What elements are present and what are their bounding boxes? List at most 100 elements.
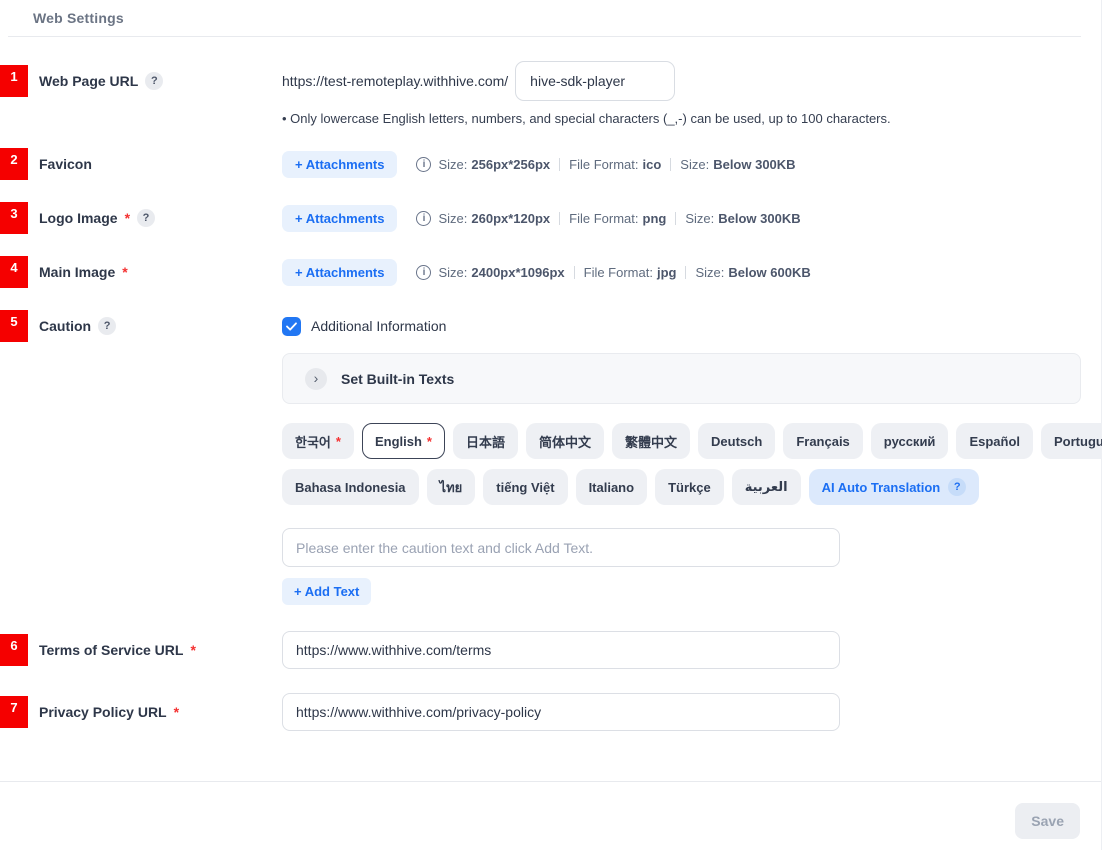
filesize-label: Size: [685,211,714,226]
field-label-text: Web Page URL [39,73,138,89]
main-image-content: + Attachments i Size:2400px*1096px File … [282,259,1081,286]
field-label-text: Terms of Service URL [39,642,183,658]
field-number-badge: 6 [0,634,28,666]
lang-button-th[interactable]: ไทย [427,469,476,505]
filesize-value: Below 300KB [713,157,795,172]
privacy-label-col: 7 Privacy Policy URL * [0,696,282,728]
field-number-badge: 3 [0,202,28,234]
lang-button-ja[interactable]: 日本語 [453,423,518,459]
lang-label: 简体中文 [539,432,591,451]
lang-label: Français [796,434,849,449]
ai-auto-translation-button[interactable]: AI Auto Translation ? [809,469,980,505]
field-label: Privacy Policy URL * [39,704,179,720]
terms-content [282,631,1081,669]
privacy-policy-url-input[interactable] [282,693,840,731]
lang-button-es[interactable]: Español [956,423,1033,459]
lang-label: ไทย [440,477,463,498]
subdomain-input[interactable] [515,61,675,101]
field-label-text: Caution [39,318,91,334]
field-label: Favicon [39,156,92,172]
lang-button-zh-hant[interactable]: 繁體中文 [612,423,690,459]
separator [685,266,686,279]
web-page-url-content: https://test-remoteplay.withhive.com/ • … [282,61,1081,126]
separator [675,212,676,225]
caution-content: Additional Information › Set Built-in Te… [282,311,1081,605]
required-asterisk: * [190,642,195,658]
privacy-policy-row: 7 Privacy Policy URL * [0,693,1081,731]
privacy-content [282,693,1081,731]
language-tabs-row-2: Bahasa Indonesia ไทย tiếng Việt Italiano… [282,469,1081,505]
lang-label: العربية [745,479,788,495]
lang-label: tiếng Việt [496,480,554,495]
lang-button-ko[interactable]: 한국어* [282,423,354,459]
built-in-texts-title: Set Built-in Texts [341,371,454,387]
favicon-content: + Attachments i Size:256px*256px File Fo… [282,151,1081,178]
file-requirements: i Size:260px*120px File Format:png Size:… [416,211,800,226]
lang-button-fr[interactable]: Français [783,423,862,459]
logo-image-label-col: 3 Logo Image * ? [0,202,282,234]
info-icon: i [416,157,431,172]
format-value: ico [643,157,662,172]
separator [559,158,560,171]
separator [574,266,575,279]
chevron-right-icon[interactable]: › [305,368,327,390]
field-number-badge: 2 [0,148,28,180]
main-image-row: 4 Main Image * + Attachments i Size:2400… [0,256,1081,288]
lang-label: English [375,434,422,449]
footer: Save [0,782,1101,839]
separator [670,158,671,171]
lang-button-tr[interactable]: Türkçe [655,469,724,505]
lang-button-zh-hans[interactable]: 简体中文 [526,423,604,459]
lang-button-vi[interactable]: tiếng Việt [483,469,567,505]
lang-button-de[interactable]: Deutsch [698,423,775,459]
help-icon[interactable]: ? [948,478,966,496]
logo-image-row: 3 Logo Image * ? + Attachments i Size:26… [0,202,1081,234]
web-page-url-label-col: 1 Web Page URL ? [0,61,282,101]
size-value: 256px*256px [471,157,550,172]
set-built-in-texts-toggle[interactable]: › Set Built-in Texts [282,353,1081,404]
attachments-button[interactable]: + Attachments [282,259,397,286]
field-label-text: Privacy Policy URL [39,704,167,720]
filesize-value: Below 600KB [728,265,810,280]
lang-button-ar[interactable]: العربية [732,469,801,505]
info-icon: i [416,211,431,226]
lang-button-id[interactable]: Bahasa Indonesia [282,469,419,505]
caution-text-input[interactable] [282,528,840,567]
attachments-button[interactable]: + Attachments [282,205,397,232]
lang-label: Bahasa Indonesia [295,480,406,495]
required-asterisk: * [427,434,432,449]
terms-of-service-url-input[interactable] [282,631,840,669]
field-number-badge: 4 [0,256,28,288]
file-requirements: i Size:2400px*1096px File Format:jpg Siz… [416,265,810,280]
add-text-button[interactable]: + Add Text [282,578,371,605]
field-number-badge: 7 [0,696,28,728]
lang-button-ru[interactable]: русский [871,423,949,459]
save-button[interactable]: Save [1015,803,1080,839]
format-label: File Format: [569,211,638,226]
terms-label-col: 6 Terms of Service URL * [0,634,282,666]
filesize-label: Size: [695,265,724,280]
lang-button-it[interactable]: Italiano [576,469,648,505]
format-value: png [643,211,667,226]
web-settings-form: 1 Web Page URL ? https://test-remoteplay… [0,37,1101,731]
field-label-text: Logo Image [39,210,118,226]
check-icon [286,322,297,331]
ai-auto-translation-label: AI Auto Translation [822,480,941,495]
page-header: Web Settings [0,0,1101,26]
format-label: File Format: [569,157,638,172]
help-icon[interactable]: ? [98,317,116,335]
main-image-label-col: 4 Main Image * [0,256,282,288]
help-icon[interactable]: ? [137,209,155,227]
field-label-text: Main Image [39,264,115,280]
url-prefix-text: https://test-remoteplay.withhive.com/ [282,73,508,89]
attachments-button[interactable]: + Attachments [282,151,397,178]
required-asterisk: * [336,434,341,449]
lang-button-en[interactable]: English * [362,423,445,459]
additional-info-checkbox[interactable] [282,317,301,336]
language-tabs-row-1: 한국어* English * 日本語 简体中文 繁體中文 Deutsch Fran… [282,423,1081,459]
field-label: Main Image * [39,264,128,280]
help-icon[interactable]: ? [145,72,163,90]
format-label: File Format: [584,265,653,280]
lang-label: Deutsch [711,434,762,449]
lang-button-pt[interactable]: Português [1041,423,1102,459]
